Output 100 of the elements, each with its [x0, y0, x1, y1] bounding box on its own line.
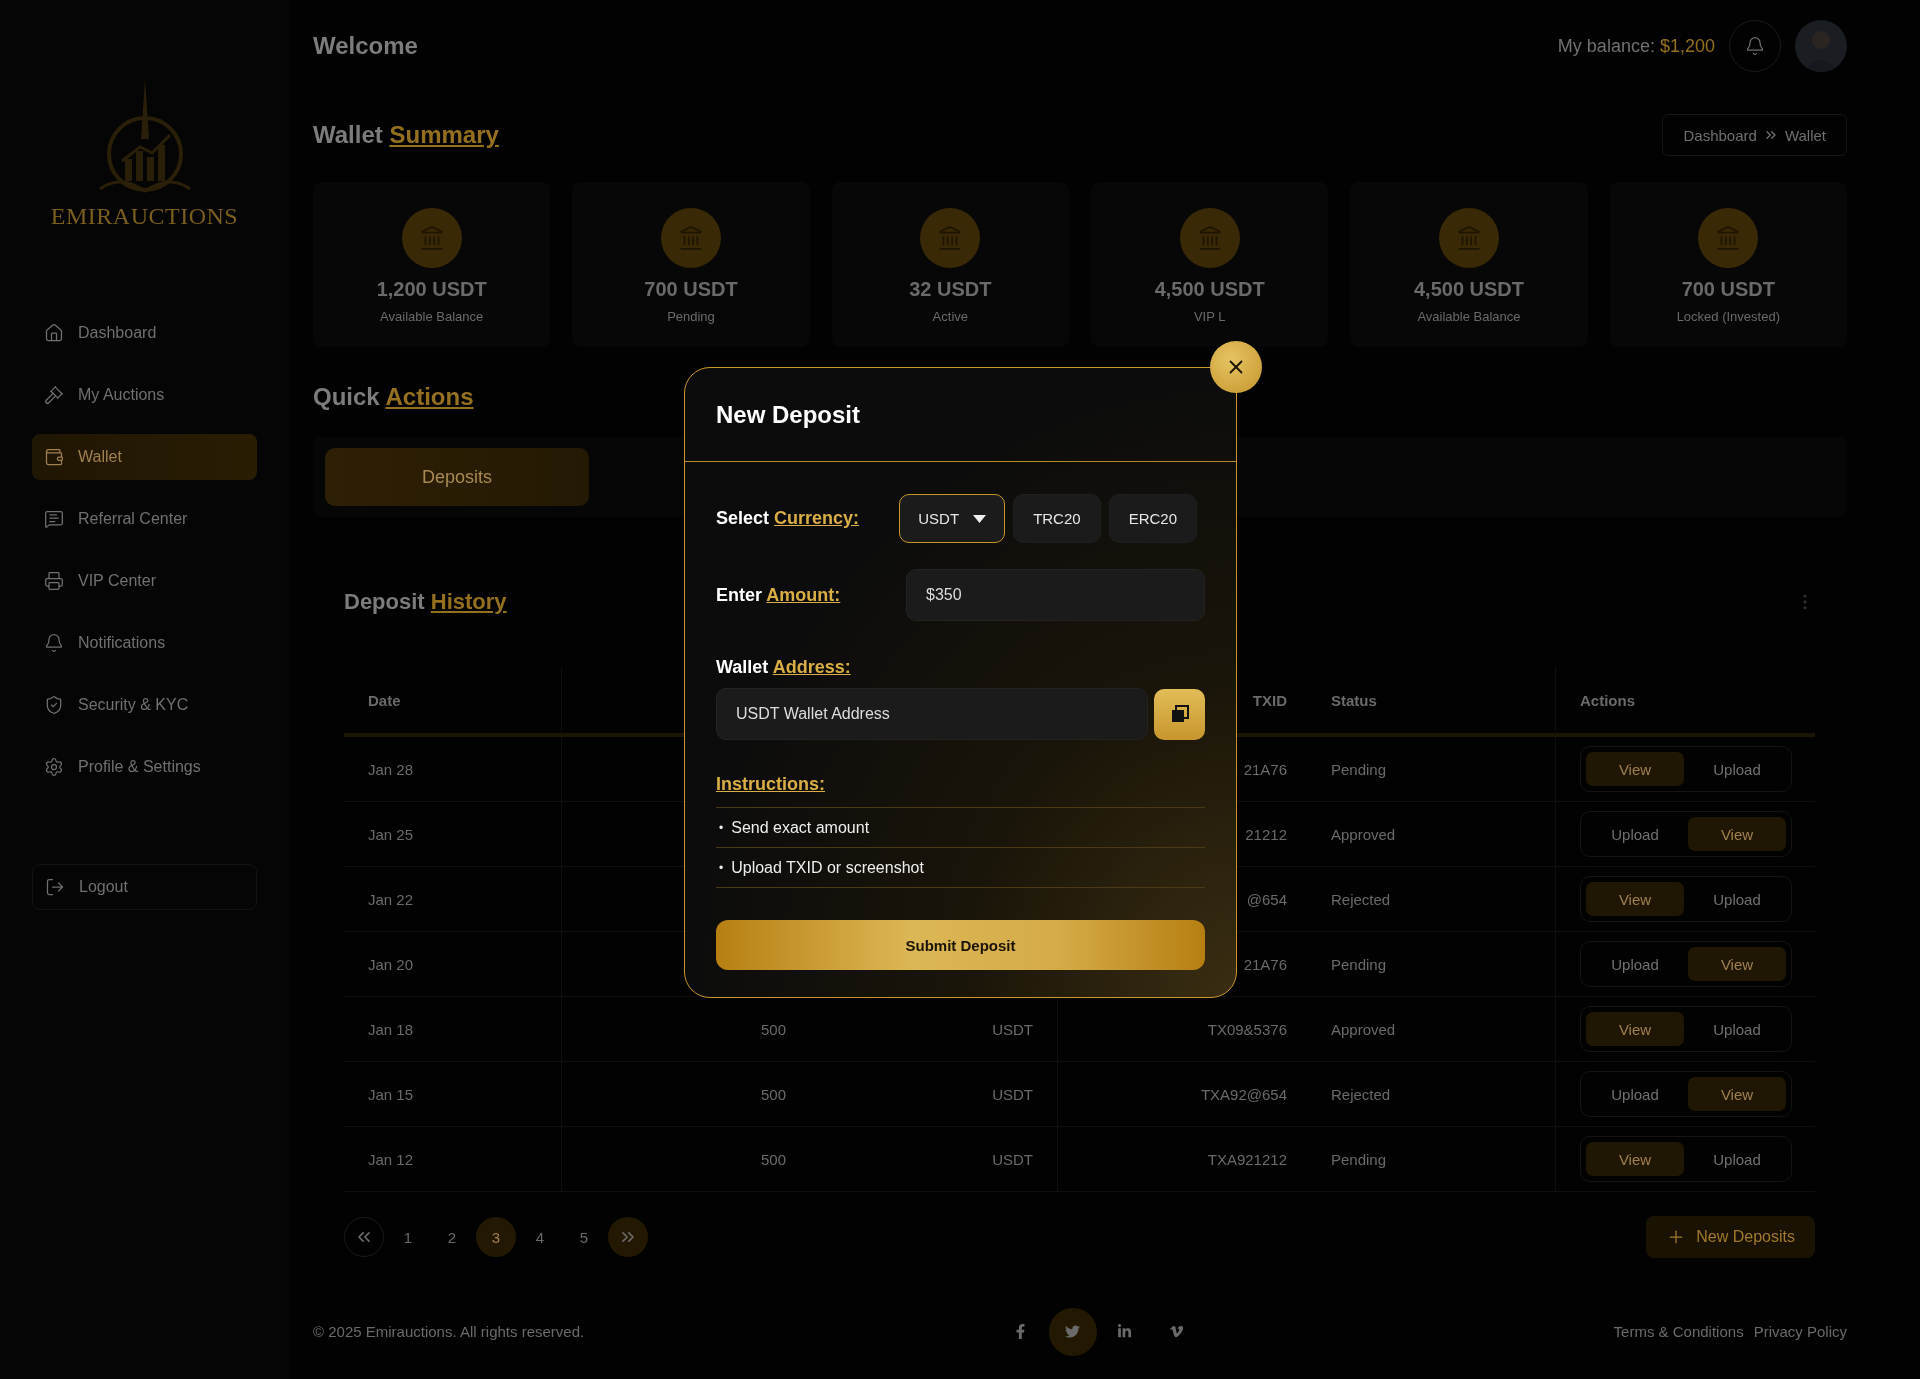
sidebar-item[interactable]: Security & KYC [32, 682, 257, 728]
bullet: • [719, 820, 724, 835]
page-button[interactable]: 2 [432, 1217, 472, 1257]
wallet-address-field[interactable]: USDT Wallet Address [716, 688, 1148, 740]
table-cell: USDT [992, 1020, 1033, 1038]
action-button[interactable]: View [1688, 817, 1786, 851]
action-button[interactable]: Upload [1688, 1012, 1786, 1046]
nav-icon [44, 385, 64, 405]
copy-button[interactable] [1154, 688, 1205, 740]
sidebar-item[interactable]: Wallet [32, 434, 257, 480]
sidebar-item[interactable]: Notifications [32, 620, 257, 666]
table-cell: Jan 15 [368, 1085, 414, 1103]
page-title: Welcome [313, 32, 418, 60]
card-label: Pending [667, 309, 715, 324]
logout-button[interactable]: Logout [32, 864, 257, 910]
next-button[interactable] [608, 1217, 648, 1257]
column-header: Actions [1556, 667, 1815, 737]
action-button[interactable]: Upload [1688, 1142, 1786, 1176]
action-button[interactable]: View [1586, 752, 1684, 786]
table-cell: Pending [1331, 1150, 1387, 1168]
table-cell: Rejected [1331, 1085, 1391, 1103]
action-button[interactable]: View [1688, 947, 1786, 981]
footer-link[interactable]: Terms & Conditions [1613, 1323, 1744, 1340]
currency-dropdown[interactable]: USDT [899, 494, 1006, 543]
sidebar-item[interactable]: My Auctions [32, 372, 257, 418]
card-amount: 4,500 USDT [1154, 278, 1265, 301]
table-cell: 21A76 [1243, 760, 1287, 778]
bullet: • [719, 860, 724, 875]
table-cell: 500 [760, 1150, 786, 1168]
action-button[interactable]: Upload [1688, 882, 1786, 916]
sidebar-item[interactable]: Dashboard [32, 310, 257, 356]
action-button[interactable]: Upload [1688, 752, 1786, 786]
nav-icon [44, 633, 64, 653]
action-button[interactable]: Upload [1586, 947, 1684, 981]
instruction-text: Upload TXID or screenshot [731, 858, 924, 877]
amount-field[interactable]: $350 [906, 569, 1205, 621]
bank-icon [661, 208, 721, 268]
card-amount: 700 USDT [1681, 278, 1775, 301]
table-cell: USDT [992, 1150, 1033, 1168]
caret-icon [973, 514, 987, 523]
nav-icon [44, 447, 64, 467]
action-button[interactable]: View [1586, 1142, 1684, 1176]
card-amount: 1,200 USDT [376, 278, 487, 301]
page-button[interactable]: 1 [388, 1217, 428, 1257]
copy-icon [1170, 705, 1189, 723]
social-icon [1169, 1324, 1185, 1339]
network-option[interactable]: ERC20 [1108, 494, 1197, 543]
table-cell: TXA921212 [1207, 1150, 1287, 1168]
page-button[interactable]: 3 [476, 1217, 516, 1257]
action-button[interactable]: Upload [1586, 817, 1684, 851]
action-button[interactable]: View [1586, 882, 1684, 916]
table-cell: Jan 18 [368, 1020, 414, 1038]
card-amount: 4,500 USDT [1413, 278, 1524, 301]
column-header: Status [1307, 667, 1556, 737]
card-label: Available Balance [380, 309, 484, 324]
section-title: Wallet Summary [313, 121, 499, 149]
sidebar-item[interactable]: VIP Center [32, 558, 257, 604]
sidebar-item[interactable]: Referral Center [32, 496, 257, 542]
submit-button[interactable]: Submit Deposit [716, 920, 1205, 970]
table-cell: 500 [760, 1020, 786, 1038]
balance-text: My balance: $1,200 [1557, 35, 1715, 57]
table-cell: Jan 12 [368, 1150, 414, 1168]
table-cell: Jan 25 [368, 825, 414, 843]
table-cell: Approved [1331, 1020, 1396, 1038]
copyright-text: © 2025 Emirauctions. All rights reserved. [313, 1323, 585, 1340]
card-label: VIP L [1193, 309, 1226, 324]
table-cell: 500 [760, 1085, 786, 1103]
table-cell: Approved [1331, 825, 1396, 843]
page-button[interactable]: 5 [564, 1217, 604, 1257]
logo-text: EMIRAUCTIONS [50, 203, 239, 230]
card-label: Active [932, 309, 968, 324]
action-button[interactable]: Upload [1586, 1077, 1684, 1111]
nav-icon [44, 571, 64, 591]
social-icon [1065, 1324, 1081, 1339]
new-deposit-button[interactable]: New Deposits [1646, 1216, 1815, 1258]
table-cell: TXA92@654 [1200, 1085, 1287, 1103]
page-button[interactable]: 4 [520, 1217, 560, 1257]
nav-icon [44, 509, 64, 529]
field-label: Enter Amount: [716, 584, 842, 606]
nav-icon [44, 757, 64, 777]
bell-icon [1745, 36, 1765, 56]
network-option[interactable]: TRC20 [1013, 494, 1101, 543]
modal-title: New Deposit [716, 400, 861, 429]
instruction-text: Send exact amount [731, 818, 870, 837]
table-cell: Jan 28 [368, 760, 414, 778]
action-button[interactable]: View [1688, 1077, 1786, 1111]
footer-link[interactable]: Privacy Policy [1753, 1323, 1847, 1340]
action-tab[interactable]: Deposits [325, 448, 589, 506]
section-title: Deposit History [344, 589, 507, 615]
field-label: Select Currency: [716, 508, 861, 529]
table-cell: 21A76 [1243, 955, 1287, 973]
table-cell: Rejected [1331, 890, 1391, 908]
close-button[interactable] [1210, 341, 1262, 393]
instructions-title: Instructions: [716, 774, 826, 795]
card-amount: 32 USDT [909, 278, 992, 301]
table-cell: 21212 [1245, 825, 1287, 843]
breadcrumb: Dashboard Wallet [1662, 114, 1847, 156]
sidebar-item[interactable]: Profile & Settings [32, 744, 257, 790]
section-title: Quick Actions [313, 383, 474, 411]
action-button[interactable]: View [1586, 1012, 1684, 1046]
